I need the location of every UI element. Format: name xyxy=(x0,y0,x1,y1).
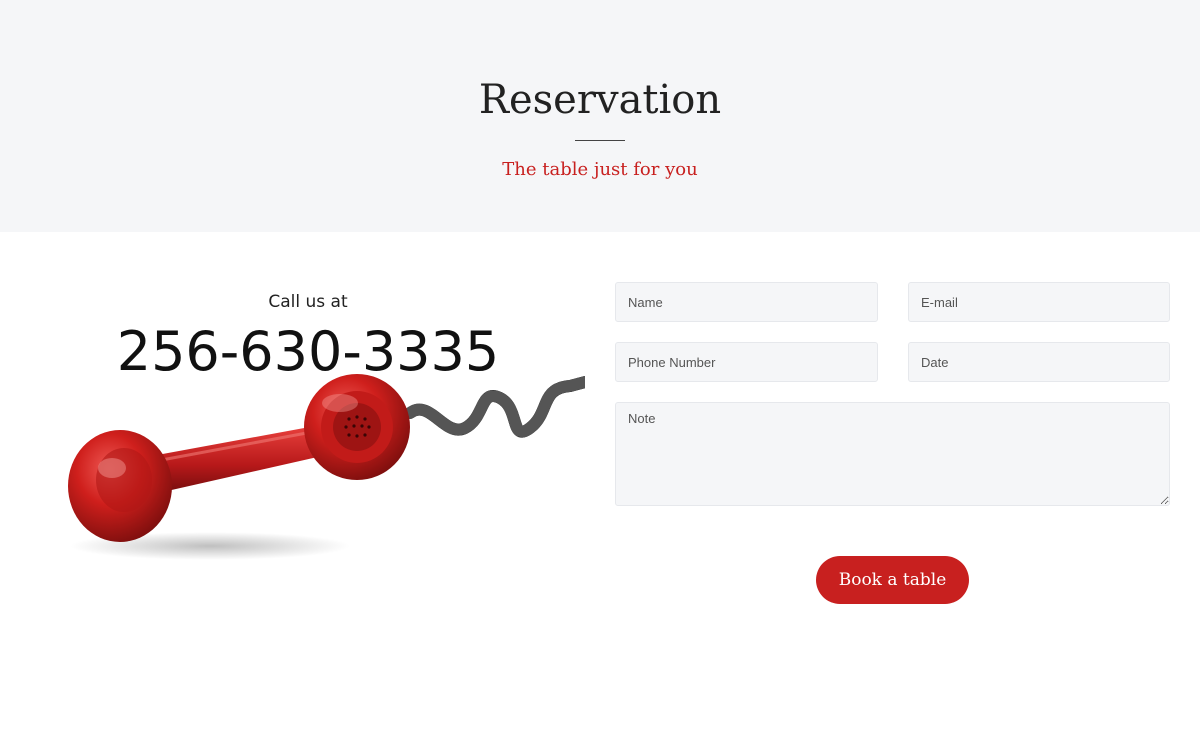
date-field[interactable] xyxy=(908,342,1170,382)
page-title: Reservation xyxy=(478,77,722,123)
telephone-handset-icon xyxy=(68,374,585,560)
reservation-header: Reservation The table just for you xyxy=(0,0,1200,232)
note-field[interactable] xyxy=(615,402,1170,506)
email-field[interactable] xyxy=(908,282,1170,322)
book-table-button[interactable]: Book a table xyxy=(816,556,969,604)
page-subtitle: The table just for you xyxy=(502,159,698,180)
phone-number-field[interactable] xyxy=(615,342,878,382)
name-field[interactable] xyxy=(615,282,878,322)
call-us-label: Call us at xyxy=(268,292,348,312)
title-divider xyxy=(575,140,625,141)
